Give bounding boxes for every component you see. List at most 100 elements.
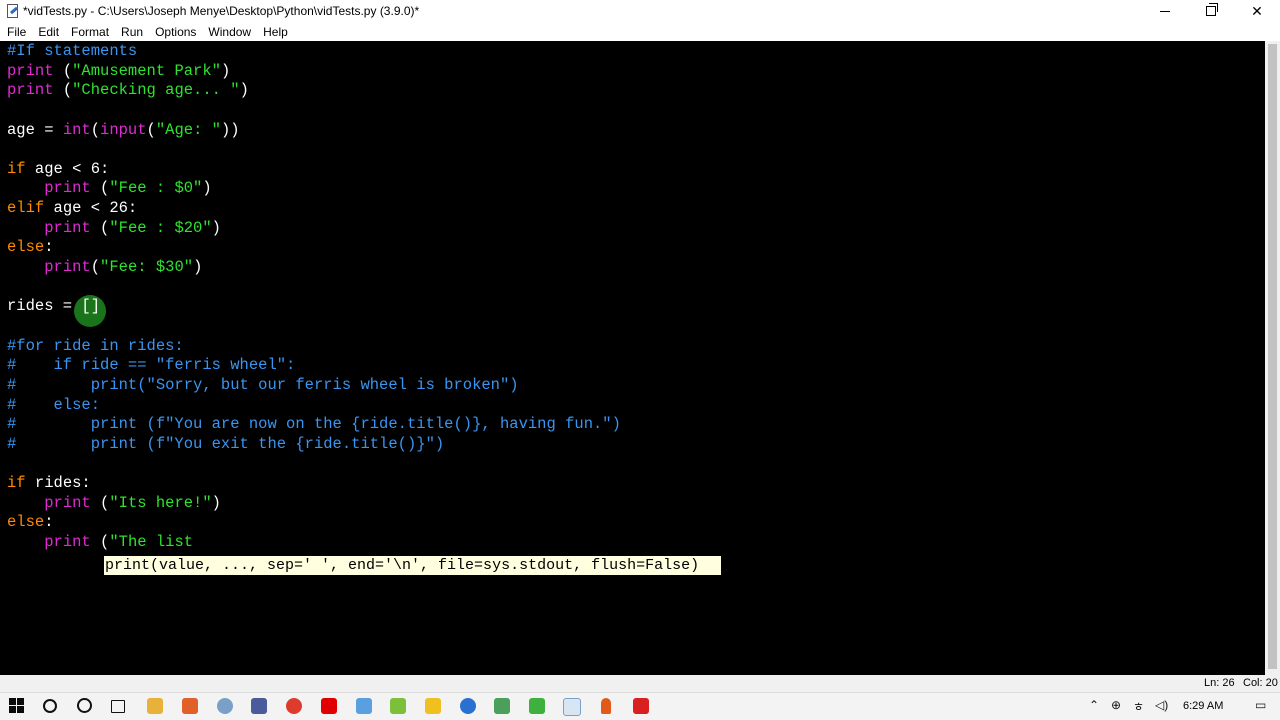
code-line[interactable]: # print("Sorry, but our ferris wheel is … [7,376,621,396]
code-token: ) [239,81,249,100]
code-token: "Its here!" [109,493,212,512]
idle-taskbar-icon[interactable] [563,698,581,716]
code-token: "Fee: $30" [100,258,194,277]
code-token: # print (f"You are now on the {ride.titl… [7,415,621,434]
taskbar-clock[interactable]: 6:29 AM [1183,700,1223,712]
code-token: "Fee : $0" [109,179,203,198]
vertical-scrollbar[interactable] [1265,41,1280,675]
code-line[interactable]: rides = [] [7,297,621,317]
code-token: )) [220,120,240,139]
app-icon-1[interactable] [182,698,198,714]
menu-help[interactable]: Help [258,25,293,39]
file-explorer-icon[interactable] [147,698,163,714]
restore-button[interactable] [1188,0,1234,22]
windows-start-icon[interactable] [9,698,25,714]
code-token: rides = [] [7,297,101,316]
youtube-icon[interactable] [321,698,337,714]
app-icon-4[interactable] [390,698,406,714]
code-line[interactable]: age = int(input("Age: ")) [7,121,621,141]
volume-icon[interactable]: ◁) [1155,698,1168,712]
code-token: print [44,218,91,237]
notes-icon[interactable] [356,698,372,714]
menu-edit[interactable]: Edit [33,25,64,39]
code-line[interactable] [7,317,621,337]
tray-up-arrow-icon[interactable]: ⌃ [1089,698,1099,712]
code-token: print [7,61,54,80]
ime-icon[interactable]: ㅎ [1133,698,1144,715]
network-icon[interactable]: ⊕ [1111,698,1121,712]
taskbar: ⌃ ⊕ ㅎ ◁) 6:29 AM ▭ [0,692,1280,720]
code-line[interactable]: print("Fee: $30") [7,258,621,278]
code-line[interactable]: print ("Checking age... ") [7,81,621,101]
code-token: ( [90,533,110,552]
close-button[interactable]: ✕ [1234,0,1280,22]
app-icon-3[interactable] [251,698,267,714]
code-line[interactable]: if age < 6: [7,160,621,180]
app-icon-5[interactable] [460,698,476,714]
app-icon-6[interactable] [494,698,510,714]
minimize-button[interactable] [1142,0,1188,22]
code-token: ( [90,179,110,198]
code-line[interactable]: print ("Its here!") [7,494,621,514]
menu-format[interactable]: Format [66,25,114,39]
window-title: *vidTests.py - C:\Users\Joseph Menye\Des… [23,4,420,18]
code-line[interactable]: print ("Fee : $20") [7,219,621,239]
code-token: ) [211,218,221,237]
scrollbar-thumb[interactable] [1268,44,1277,669]
code-token: ) [211,493,221,512]
code-token: : [44,513,54,532]
code-line[interactable] [7,101,621,121]
calltip: print(value, ..., sep=' ', end='\n', fil… [103,555,722,576]
app-icon-2[interactable] [217,698,233,714]
code-line[interactable] [7,140,621,160]
code-token: ( [90,493,110,512]
code-line[interactable]: #If statements [7,42,621,62]
app-icon-7[interactable] [529,698,545,714]
sticky-notes-icon[interactable] [425,698,441,714]
code-token: # print (f"You exit the {ride.title()}") [7,434,445,453]
microphone-icon[interactable] [601,698,611,714]
code-line[interactable]: print ("The list [7,533,621,553]
code-token: print [44,493,91,512]
menu-window[interactable]: Window [203,25,256,39]
code-token: print [44,533,91,552]
code-line[interactable]: # if ride == "ferris wheel": [7,356,621,376]
recorder-icon[interactable] [633,698,649,714]
menu-file[interactable]: File [2,25,31,39]
menu-run[interactable]: Run [116,25,148,39]
cortana-icon[interactable] [77,698,92,713]
code-line[interactable]: if rides: [7,474,621,494]
code-token: ( [90,120,101,139]
code-line[interactable]: else: [7,238,621,258]
notification-icon[interactable]: ▭ [1255,698,1266,712]
code-line[interactable]: #for ride in rides: [7,337,621,357]
code-token: age < 6: [25,159,110,178]
code-token: "Fee : $20" [109,218,212,237]
task-view-icon[interactable] [111,700,125,713]
code-token: int [62,120,91,139]
code-line[interactable] [7,278,621,298]
code-text[interactable]: #If statements print ("Amusement Park") pr… [7,42,621,553]
code-line[interactable]: print ("Amusement Park") [7,62,621,82]
code-token: age = [7,120,63,139]
chrome-icon[interactable] [286,698,302,714]
code-line[interactable] [7,454,621,474]
code-token: else [7,238,45,257]
code-line[interactable]: else: [7,513,621,533]
status-column: Col: 20 [1243,677,1278,689]
menu-options[interactable]: Options [150,25,201,39]
code-line[interactable]: # print (f"You exit the {ride.title()}") [7,435,621,455]
code-line[interactable]: print ("Fee : $0") [7,179,621,199]
code-token: # else: [7,395,101,414]
code-line[interactable]: # print (f"You are now on the {ride.titl… [7,415,621,435]
code-line[interactable]: # else: [7,396,621,416]
code-line[interactable]: elif age < 26: [7,199,621,219]
code-editor[interactable]: #If statements print ("Amusement Park") pr… [1,41,1265,675]
search-icon[interactable] [43,699,57,713]
code-token: "Age: " [155,120,221,139]
